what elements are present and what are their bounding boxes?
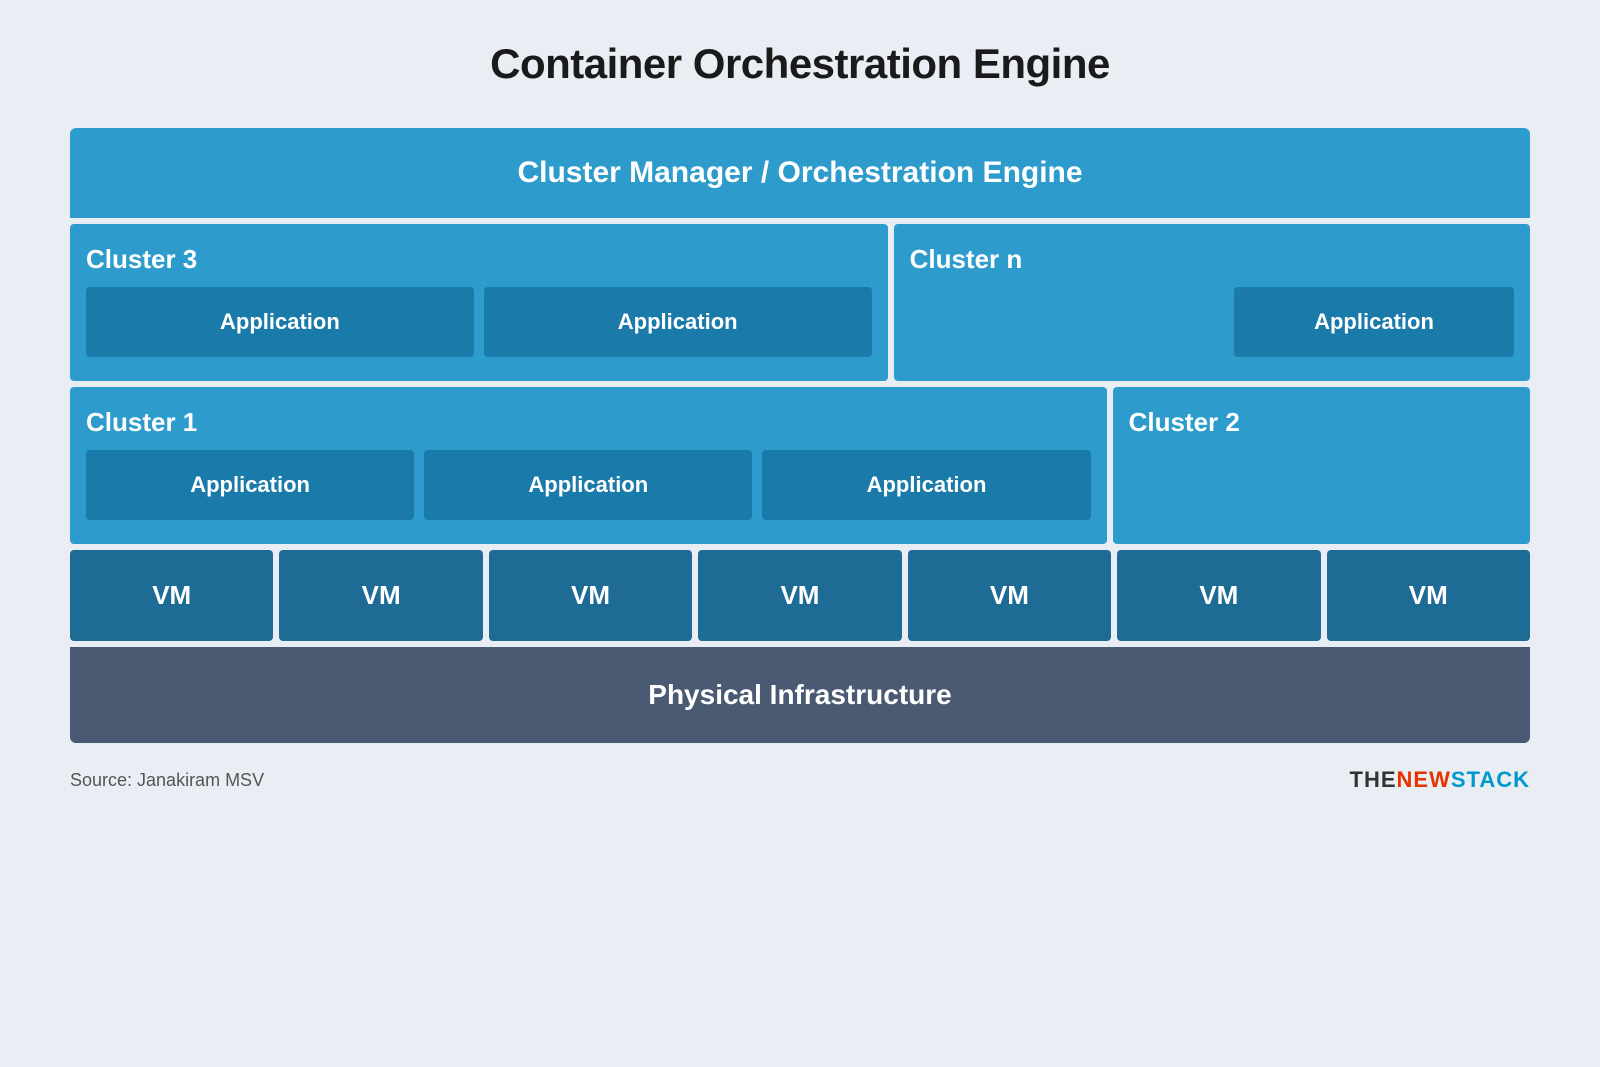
cluster3-box: Cluster 3 Application Application <box>70 224 888 381</box>
vm-label-4: VM <box>780 580 819 611</box>
vm-row: VM VM VM VM VM VM VM <box>70 550 1530 641</box>
vm-box-2: VM <box>279 550 482 641</box>
vm-label-6: VM <box>1199 580 1238 611</box>
cluster1-app1-label: Application <box>190 472 310 498</box>
cluster2-label: Cluster 2 <box>1129 407 1514 438</box>
cluster3-app1: Application <box>86 287 474 357</box>
cluster1-app2: Application <box>424 450 752 520</box>
page-title: Container Orchestration Engine <box>490 40 1110 88</box>
clusters-row-bottom: Cluster 1 Application Application Applic… <box>70 387 1530 544</box>
physical-infrastructure-label: Physical Infrastructure <box>648 679 951 711</box>
cluster1-app2-label: Application <box>528 472 648 498</box>
vm-label-5: VM <box>990 580 1029 611</box>
vm-box-4: VM <box>698 550 901 641</box>
clustern-app1: Application <box>1234 287 1514 357</box>
vm-label-3: VM <box>571 580 610 611</box>
cluster1-app3: Application <box>762 450 1090 520</box>
vm-box-7: VM <box>1327 550 1530 641</box>
diagram: Cluster Manager / Orchestration Engine C… <box>70 128 1530 743</box>
clustern-label: Cluster n <box>910 244 1514 275</box>
clustern-apps-row: Application <box>910 287 1514 357</box>
vm-label-7: VM <box>1409 580 1448 611</box>
cluster1-apps-row: Application Application Application <box>86 450 1091 520</box>
cluster1-box: Cluster 1 Application Application Applic… <box>70 387 1107 544</box>
cluster3-apps-row: Application Application <box>86 287 872 357</box>
cluster-manager-label: Cluster Manager / Orchestration Engine <box>517 156 1082 190</box>
brand-the: THE <box>1350 767 1397 792</box>
cluster1-label: Cluster 1 <box>86 407 1091 438</box>
brand-new: NEW <box>1397 767 1451 792</box>
vm-label-1: VM <box>152 580 191 611</box>
cluster3-app2-label: Application <box>618 309 738 335</box>
cluster3-app1-label: Application <box>220 309 340 335</box>
cluster3-label: Cluster 3 <box>86 244 872 275</box>
cluster1-app3-label: Application <box>867 472 987 498</box>
footer-brand: THENEWSTACK <box>1350 767 1530 793</box>
vm-label-2: VM <box>362 580 401 611</box>
footer-source: Source: Janakiram MSV <box>70 770 264 791</box>
clustern-app1-label: Application <box>1314 309 1434 335</box>
clustern-box: Cluster n Application <box>894 224 1530 381</box>
vm-box-1: VM <box>70 550 273 641</box>
cluster2-box: Cluster 2 <box>1113 387 1530 544</box>
physical-infrastructure-row: Physical Infrastructure <box>70 647 1530 743</box>
brand-stack: STACK <box>1451 767 1530 792</box>
footer: Source: Janakiram MSV THENEWSTACK <box>70 767 1530 793</box>
vm-box-3: VM <box>489 550 692 641</box>
clusters-row-top: Cluster 3 Application Application Cluste… <box>70 224 1530 381</box>
cluster1-app1: Application <box>86 450 414 520</box>
vm-box-5: VM <box>908 550 1111 641</box>
cluster-manager-row: Cluster Manager / Orchestration Engine <box>70 128 1530 218</box>
vm-box-6: VM <box>1117 550 1320 641</box>
cluster3-app2: Application <box>484 287 872 357</box>
